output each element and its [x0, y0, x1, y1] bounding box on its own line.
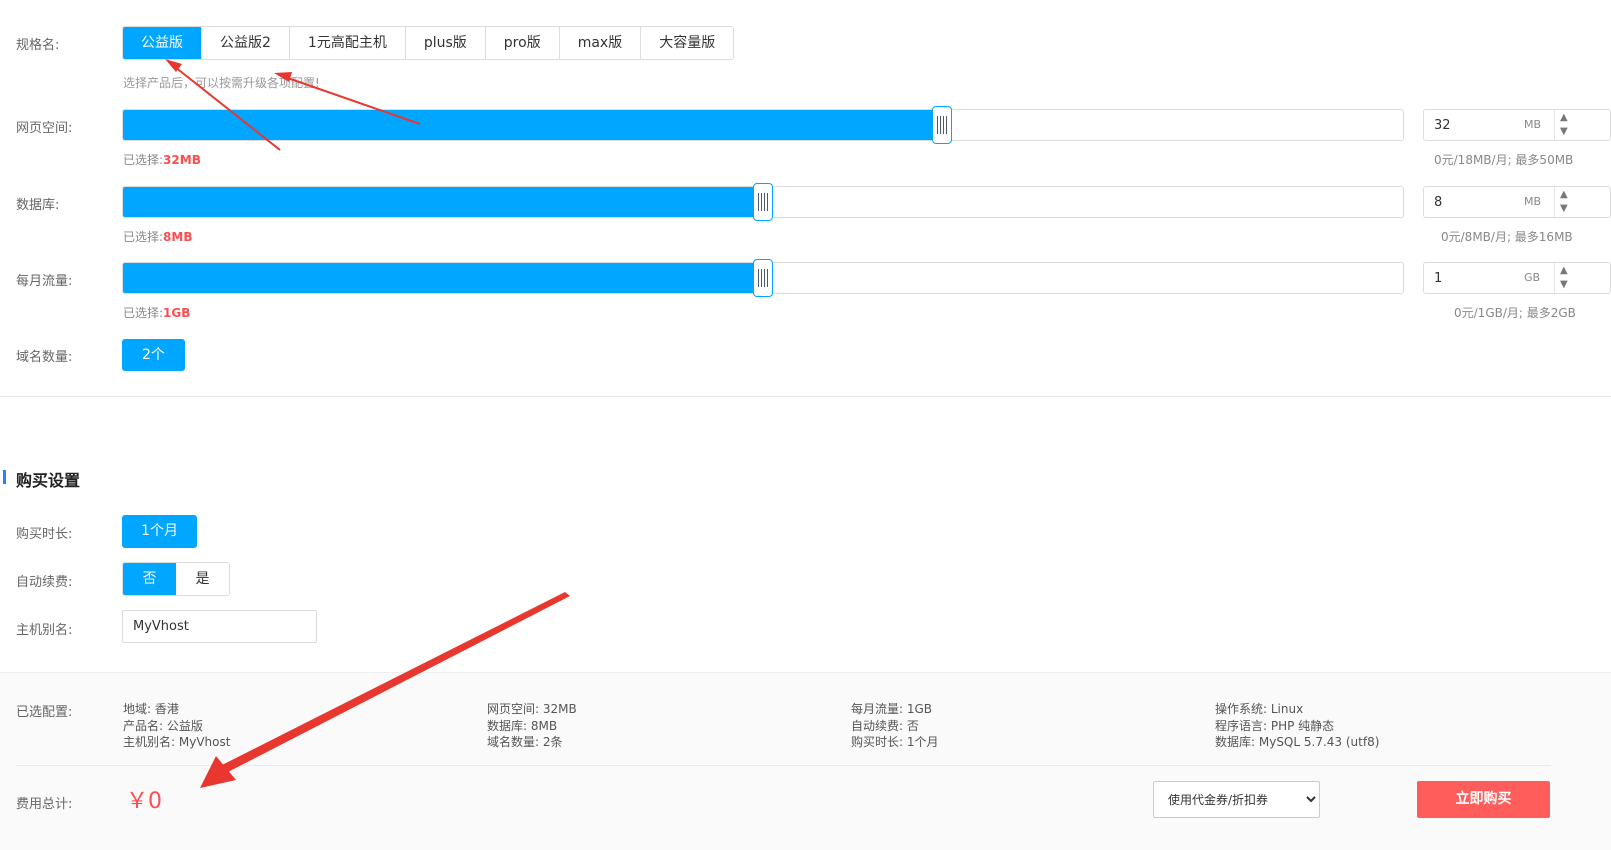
domains-count-button[interactable]: 2个: [122, 339, 185, 371]
web-space-label: 网页空间:: [16, 121, 73, 136]
domains-label: 域名数量:: [16, 350, 73, 365]
summary-product: 产品名: 公益版: [123, 718, 203, 733]
traffic-selected: 已选择:1GB: [123, 304, 190, 321]
alias-input[interactable]: [122, 610, 317, 643]
database-number-input: MB ▲▼: [1423, 186, 1611, 218]
database-label: 数据库:: [16, 198, 60, 213]
summary-os: 操作系统: Linux: [1215, 702, 1304, 716]
summary-col-2: 网页空间: 32MB 数据库: 8MB 域名数量: 2条: [487, 701, 577, 751]
web-space-selected-value: 32MB: [163, 153, 201, 167]
cost-value: ￥0: [126, 789, 162, 814]
summary-col-3: 每月流量: 1GB 自动续费: 否 购买时长: 1个月: [851, 701, 939, 751]
stepper-up-icon[interactable]: ▲: [1560, 188, 1568, 202]
traffic-slider-fill: [123, 263, 763, 293]
database-stepper[interactable]: ▲ ▼: [1554, 187, 1611, 217]
traffic-selected-prefix: 已选择:: [123, 306, 164, 320]
summary-auto-renew: 自动续费: 否: [851, 718, 919, 733]
auto-renew-yes[interactable]: 是: [176, 563, 229, 595]
database-selected-value: 8MB: [163, 230, 193, 244]
database-slider[interactable]: [122, 183, 1404, 221]
alias-label: 主机别名:: [16, 623, 73, 638]
spec-option-pro[interactable]: pro版: [485, 27, 560, 59]
summary-divider: [16, 765, 1551, 766]
web-space-selected-prefix: 已选择:: [123, 153, 164, 167]
web-space-stepper[interactable]: ▲ ▼: [1554, 110, 1611, 140]
web-space-price-note: 0元/18MB/月; 最多50MB: [1434, 153, 1574, 167]
web-space-number-input: MB ▲▼: [1423, 109, 1611, 141]
traffic-slider-handle[interactable]: [753, 259, 773, 297]
summary-db-version: 数据库: MySQL 5.7.43 (utf8): [1215, 735, 1380, 749]
summary-domains: 域名数量: 2条: [487, 735, 563, 749]
summary-col-1: 地域: 香港 产品名: 公益版 主机别名: MyVhost: [123, 701, 230, 751]
spec-hint: 选择产品后，可以按需升级各项配置!: [123, 76, 320, 90]
summary-duration: 购买时长: 1个月: [851, 735, 939, 749]
traffic-unit: GB: [1524, 271, 1541, 284]
traffic-slider[interactable]: [122, 259, 1404, 297]
stepper-down-icon[interactable]: ▼: [1560, 278, 1568, 292]
summary-region: 地域: 香港: [123, 702, 179, 716]
traffic-stepper[interactable]: ▲ ▼: [1554, 263, 1611, 293]
web-space-slider-handle[interactable]: [932, 106, 953, 144]
traffic-selected-value: 1GB: [163, 306, 191, 320]
auto-renew-label: 自动续费:: [16, 575, 73, 590]
stepper-down-icon[interactable]: ▼: [1560, 202, 1568, 216]
web-space-unit: MB: [1524, 118, 1542, 131]
summary-database: 数据库: 8MB: [487, 718, 558, 733]
spec-option-1yuan[interactable]: 1元高配主机: [289, 27, 406, 59]
web-space-selected: 已选择:32MB: [123, 151, 201, 168]
auto-renew-toggle: 否 是: [122, 562, 230, 596]
database-selected: 已选择:8MB: [123, 228, 192, 245]
stepper-down-icon[interactable]: ▼: [1560, 125, 1568, 139]
traffic-input[interactable]: [1424, 263, 1514, 293]
spec-option-public-2[interactable]: 公益版2: [202, 27, 290, 59]
spec-label: 规格名:: [16, 38, 60, 53]
duration-button[interactable]: 1个月: [122, 515, 197, 548]
summary-language: 程序语言: PHP 纯静态: [1215, 718, 1335, 733]
coupon-select[interactable]: 使用代金券/折扣券: [1153, 781, 1320, 818]
spec-option-max[interactable]: max版: [559, 27, 642, 59]
web-space-input[interactable]: [1424, 110, 1514, 140]
database-price-note: 0元/8MB/月; 最多16MB: [1441, 230, 1573, 244]
buy-now-button[interactable]: 立即购买: [1417, 781, 1550, 818]
summary-alias: 主机别名: MyVhost: [123, 735, 231, 749]
web-space-slider[interactable]: [122, 106, 1404, 144]
summary-traffic: 每月流量: 1GB: [851, 702, 933, 716]
database-input[interactable]: [1424, 187, 1514, 217]
auto-renew-no[interactable]: 否: [123, 563, 176, 595]
database-slider-handle[interactable]: [753, 183, 773, 221]
purchase-settings-title: 购买设置: [16, 471, 81, 490]
database-unit: MB: [1524, 195, 1542, 208]
summary-label: 已选配置:: [16, 705, 73, 720]
stepper-up-icon[interactable]: ▲: [1560, 111, 1568, 125]
order-summary: 已选配置: 地域: 香港 产品名: 公益版 主机别名: MyVhost 网页空间…: [0, 672, 1611, 850]
section-title-bar: [3, 470, 6, 484]
cost-label: 费用总计:: [16, 797, 73, 812]
spec-option-large[interactable]: 大容量版: [641, 27, 734, 59]
stepper-up-icon[interactable]: ▲: [1560, 264, 1568, 278]
spec-option-public[interactable]: 公益版: [123, 27, 202, 59]
section-divider: [0, 396, 1611, 397]
traffic-price-note: 0元/1GB/月; 最多2GB: [1454, 306, 1576, 320]
database-selected-prefix: 已选择:: [123, 230, 164, 244]
spec-option-plus[interactable]: plus版: [405, 27, 486, 59]
duration-label: 购买时长:: [16, 527, 73, 542]
summary-col-4: 操作系统: Linux 程序语言: PHP 纯静态 数据库: MySQL 5.7…: [1215, 701, 1379, 751]
web-space-slider-fill: [123, 110, 943, 140]
summary-web-space: 网页空间: 32MB: [487, 702, 577, 716]
traffic-number-input: GB ▲▼: [1423, 262, 1611, 294]
spec-options: 公益版 公益版2 1元高配主机 plus版 pro版 max版 大容量版: [122, 26, 735, 60]
database-slider-fill: [123, 187, 763, 217]
traffic-label: 每月流量:: [16, 274, 73, 289]
